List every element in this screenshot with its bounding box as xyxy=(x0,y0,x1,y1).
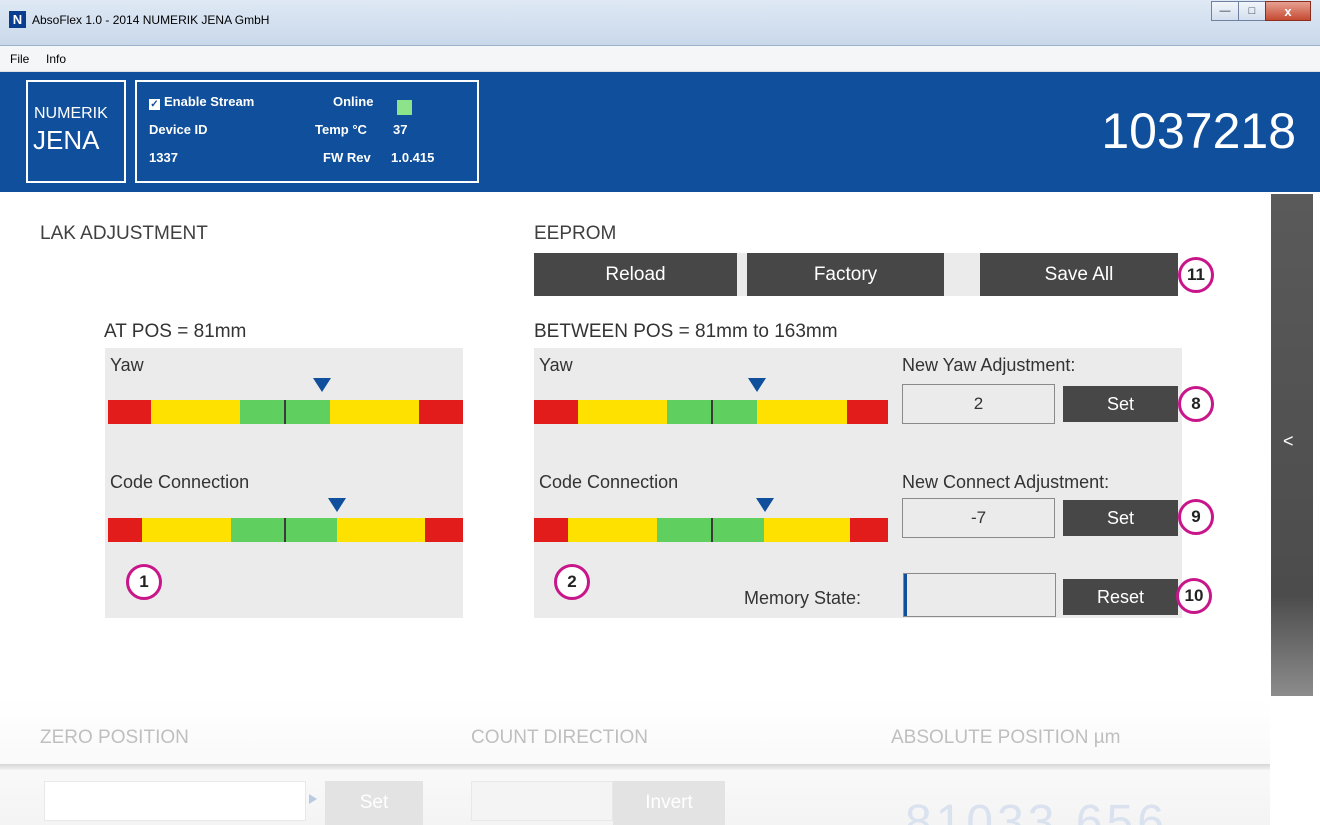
memory-state-fill xyxy=(904,574,908,616)
yaw-gauge xyxy=(108,400,463,424)
position-readout: 1037218 xyxy=(1101,103,1296,159)
callout-badge-9: 9 xyxy=(1178,499,1214,535)
code-connection-label: Code Connection xyxy=(110,472,250,492)
callout-badge-11: 11 xyxy=(1178,257,1214,293)
logo-line2: JENA xyxy=(33,125,100,155)
fw-rev-value: 1.0.415 xyxy=(391,150,435,165)
side-panel-toggle[interactable]: < xyxy=(1271,194,1313,696)
window-title: AbsoFlex 1.0 - 2014 NUMERIK JENA GmbH xyxy=(32,13,270,27)
new-connect-adjustment-input[interactable]: -7 xyxy=(902,498,1055,538)
menu-bar: File Info xyxy=(0,46,1320,72)
fw-rev-label: FW Rev xyxy=(323,150,371,165)
set-connect-button[interactable]: Set xyxy=(1063,500,1178,536)
code-connection-marker-icon xyxy=(328,498,346,512)
window-titlebar: N AbsoFlex 1.0 - 2014 NUMERIK JENA GmbH … xyxy=(0,0,1320,46)
at-pos-title: AT POS = 81mm xyxy=(104,321,247,342)
enable-stream-label: Enable Stream xyxy=(164,94,255,109)
code-connection-gauge xyxy=(108,518,463,542)
yaw-marker-icon xyxy=(313,378,331,392)
reset-memory-button[interactable]: Reset xyxy=(1063,579,1178,615)
count-direction-field xyxy=(471,781,613,821)
lak-gauge-panel: Yaw Code Connection 1 xyxy=(105,348,463,618)
menu-file[interactable]: File xyxy=(10,52,29,66)
arrow-right-icon xyxy=(309,794,317,804)
save-all-button[interactable]: Save All xyxy=(980,253,1178,296)
factory-button[interactable]: Factory xyxy=(747,253,944,296)
reload-button[interactable]: Reload xyxy=(534,253,737,296)
count-direction-title: COUNT DIRECTION xyxy=(471,727,648,748)
section-divider xyxy=(0,764,1270,770)
code-connection-label: Code Connection xyxy=(539,472,679,492)
app-icon: N xyxy=(9,11,26,28)
close-button[interactable]: x xyxy=(1265,1,1311,21)
menu-info[interactable]: Info xyxy=(46,52,66,66)
zero-position-title: ZERO POSITION xyxy=(40,727,189,748)
checkbox-check-icon: ✓ xyxy=(149,99,160,110)
button-spacer xyxy=(737,253,747,296)
online-status-indicator xyxy=(397,100,412,115)
window-controls: — □ x xyxy=(1211,1,1311,21)
enable-stream-checkbox[interactable]: ✓ Enable Stream xyxy=(149,94,254,110)
zero-set-button[interactable]: Set xyxy=(325,781,423,825)
yaw-gauge xyxy=(534,400,888,424)
yaw-label: Yaw xyxy=(110,355,144,375)
yaw-label: Yaw xyxy=(539,355,573,375)
new-yaw-adjustment-label: New Yaw Adjustment: xyxy=(902,355,1076,375)
app-header: NUMERIK JENA ✓ Enable Stream Device ID 13… xyxy=(0,72,1320,192)
device-id-label: Device ID xyxy=(149,122,208,137)
callout-badge-1: 1 xyxy=(126,564,162,600)
memory-state-label: Memory State: xyxy=(744,588,862,608)
minimize-button[interactable]: — xyxy=(1211,1,1239,21)
between-pos-title: BETWEEN POS = 81mm to 163mm xyxy=(534,321,838,342)
online-label: Online xyxy=(333,94,374,109)
maximize-button[interactable]: □ xyxy=(1238,1,1266,21)
callout-badge-10: 10 xyxy=(1176,578,1212,614)
zero-position-input[interactable] xyxy=(44,781,306,821)
chevron-left-icon: < xyxy=(1283,431,1294,451)
temp-label: Temp °C xyxy=(315,122,367,137)
lak-adjustment-title: LAK ADJUSTMENT xyxy=(40,223,208,244)
invert-button[interactable]: Invert xyxy=(613,781,725,825)
numerik-jena-logo: NUMERIK JENA xyxy=(26,80,126,183)
new-connect-adjustment-label: New Connect Adjustment: xyxy=(902,472,1110,492)
device-status-panel: ✓ Enable Stream Device ID 1337 Online Tem… xyxy=(135,80,479,183)
device-id-value: 1337 xyxy=(149,150,178,165)
button-spacer xyxy=(944,253,980,296)
between-gauge-panel: Yaw Code Connection 2 New Yaw Adjustment… xyxy=(534,348,1182,618)
temp-value: 37 xyxy=(393,122,408,137)
memory-state-bar xyxy=(903,573,1056,617)
absolute-position-title: ABSOLUTE POSITION µm xyxy=(891,727,1121,748)
new-yaw-adjustment-input[interactable]: 2 xyxy=(902,384,1055,424)
absolute-position-value: 81033 656 xyxy=(905,796,1168,825)
code-connection-marker-icon xyxy=(756,498,774,512)
code-connection-gauge xyxy=(534,518,888,542)
logo-line1: NUMERIK xyxy=(34,105,108,122)
callout-badge-2: 2 xyxy=(554,564,590,600)
set-yaw-button[interactable]: Set xyxy=(1063,386,1178,422)
yaw-marker-icon xyxy=(748,378,766,392)
callout-badge-8: 8 xyxy=(1178,386,1214,422)
eeprom-title: EEPROM xyxy=(534,223,617,244)
